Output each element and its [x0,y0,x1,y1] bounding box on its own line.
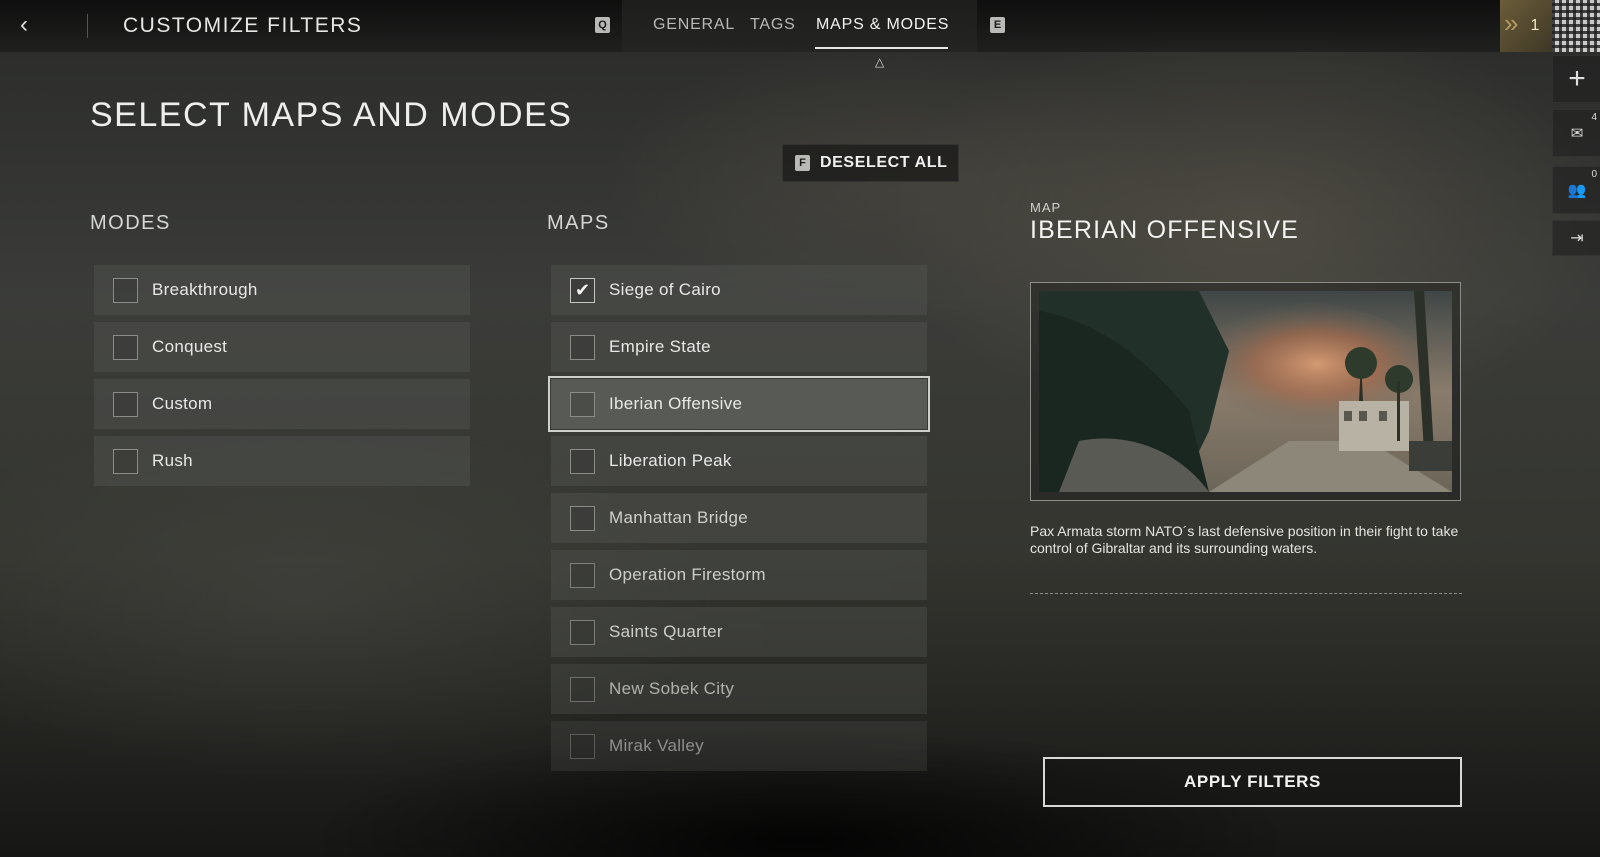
rank-badge[interactable]: » 1 [1500,0,1552,52]
map-label: Siege of Cairo [609,280,721,299]
mail-icon: ✉ [1570,125,1584,142]
apply-filters-label: APPLY FILTERS [1184,772,1321,791]
map-item-iberian-offensive[interactable]: Iberian Offensive [548,376,930,432]
messages-button[interactable]: ✉ 4 [1552,109,1600,157]
checkbox[interactable] [570,334,595,360]
mode-item-conquest[interactable]: Conquest [94,322,470,372]
maps-list: ✔ Siege of Cairo Empire State Iberian Of… [548,265,930,778]
map-preview-frame [1030,282,1461,501]
tab-tags[interactable]: TAGS [750,16,796,34]
caret-up-icon: △ [875,55,885,69]
checkbox[interactable] [113,391,138,417]
checkbox[interactable] [570,505,595,531]
detail-kicker: MAP [1030,200,1062,215]
map-item-empire-state[interactable]: Empire State [551,322,927,372]
checkmark-icon: ✔ [574,280,591,300]
back-button[interactable]: ‹ [10,10,38,40]
active-tab-indicator [815,47,948,49]
deselect-all-button[interactable]: F DESELECT ALL [782,144,959,182]
avatar[interactable] [1552,0,1600,52]
map-label: Iberian Offensive [609,394,743,413]
apply-filters-button[interactable]: APPLY FILTERS [1043,757,1462,807]
checkbox[interactable] [570,676,595,702]
map-label: Manhattan Bridge [609,508,748,527]
checkbox[interactable] [570,448,595,474]
mode-label: Rush [152,451,193,470]
exit-button[interactable]: ⇥ [1552,220,1600,256]
mode-label: Conquest [152,337,228,356]
map-item-new-sobek-city[interactable]: New Sobek City [551,664,927,714]
map-item-operation-firestorm[interactable]: Operation Firestorm [551,550,927,600]
messages-count: 4 [1591,112,1597,123]
tab-general[interactable]: GENERAL [653,16,735,34]
map-preview-image [1039,291,1452,492]
prev-tab-key[interactable]: Q [595,17,610,33]
rank-chevron-icon: » [1504,8,1519,38]
mode-item-rush[interactable]: Rush [94,436,470,486]
tab-maps-modes[interactable]: MAPS & MODES [816,16,949,34]
detail-title: IBERIAN OFFENSIVE [1030,216,1300,244]
friends-count: 0 [1591,169,1597,180]
checkbox[interactable] [570,562,595,588]
top-bar: ‹ CUSTOMIZE FILTERS Q GENERAL TAGS MAPS … [0,0,1600,69]
mode-item-breakthrough[interactable]: Breakthrough [94,265,470,315]
exit-arrow-icon: ⇥ [1570,230,1584,247]
map-item-liberation-peak[interactable]: Liberation Peak [551,436,927,486]
checkbox-checked[interactable]: ✔ [570,277,595,303]
next-tab-key[interactable]: E [990,17,1005,33]
deselect-all-label: DESELECT ALL [820,154,948,171]
mode-label: Breakthrough [152,280,258,299]
chevron-left-icon: ‹ [20,11,28,38]
people-icon: 👥 [1567,182,1587,199]
map-item-saints-quarter[interactable]: Saints Quarter [551,607,927,657]
map-label: New Sobek City [609,679,735,698]
map-item-mirak-valley[interactable]: Mirak Valley [551,721,927,771]
checkbox[interactable] [570,733,595,759]
divider [87,14,88,38]
map-item-siege-of-cairo[interactable]: ✔ Siege of Cairo [551,265,927,315]
mode-item-custom[interactable]: Custom [94,379,470,429]
checkbox[interactable] [570,619,595,645]
map-label: Empire State [609,337,711,356]
section-title: SELECT MAPS AND MODES [90,96,573,134]
checkbox[interactable] [570,391,595,417]
map-description: Pax Armata storm NATO´s last defensive p… [1030,523,1459,556]
deselect-key: F [795,155,810,171]
map-label: Mirak Valley [609,736,704,755]
checkbox[interactable] [113,448,138,474]
map-label: Saints Quarter [609,622,723,641]
checkbox[interactable] [113,334,138,360]
divider [1030,593,1462,594]
map-label: Operation Firestorm [609,565,766,584]
friends-button[interactable]: 👥 0 [1552,166,1600,214]
plus-icon: + [1568,62,1586,95]
modes-list: Breakthrough Conquest Custom Rush [94,265,470,493]
mode-label: Custom [152,394,213,413]
rank-number: 1 [1530,17,1540,34]
map-label: Liberation Peak [609,451,732,470]
modes-heading: MODES [90,212,171,234]
checkbox[interactable] [113,277,138,303]
map-item-manhattan-bridge[interactable]: Manhattan Bridge [551,493,927,543]
page-title: CUSTOMIZE FILTERS [123,14,363,37]
add-button[interactable]: + [1552,55,1600,103]
maps-heading: MAPS [547,212,610,234]
